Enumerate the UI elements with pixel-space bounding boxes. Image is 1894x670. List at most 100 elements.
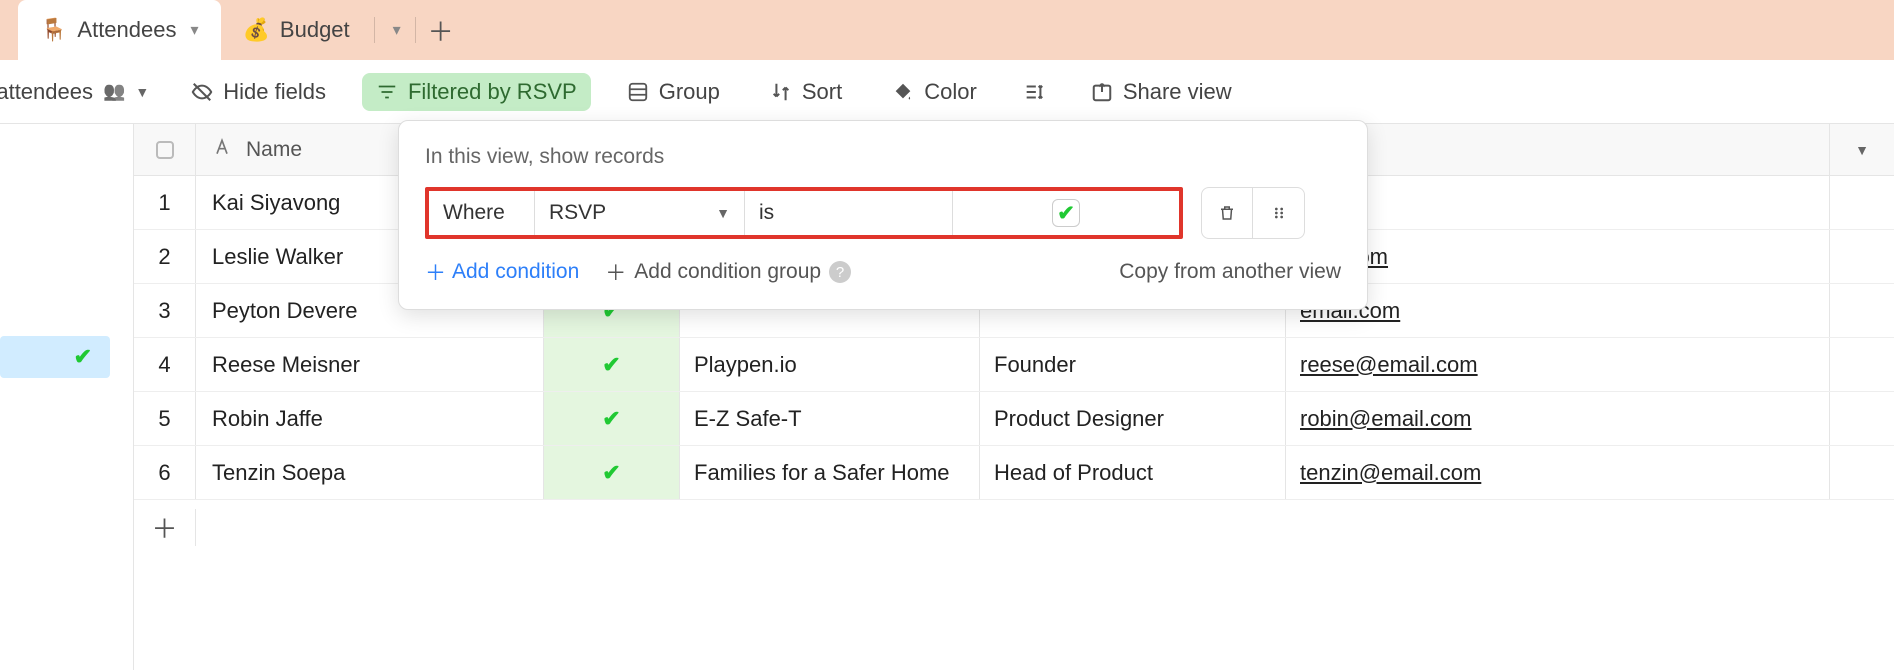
filter-condition-highlight: Where RSVP ▼ is ✔ [425, 187, 1183, 239]
caret-down-icon: ▼ [1855, 142, 1869, 158]
table-row[interactable]: 5Robin Jaffe ✔ E-Z Safe-TProduct Designerr… [134, 392, 1894, 446]
people-icon [103, 81, 125, 102]
view-name-button[interactable]: d attendees ▼ [0, 79, 155, 105]
cell-company[interactable]: Families for a Safer Home [680, 446, 980, 499]
row-number[interactable]: 5 [134, 392, 196, 445]
filter-condition-row: Where RSVP ▼ is ✔ [425, 187, 1341, 239]
caret-down-icon: ▼ [716, 205, 730, 221]
color-button[interactable]: Color [878, 73, 991, 111]
share-icon [1091, 81, 1113, 103]
row-height-button[interactable] [1013, 75, 1055, 109]
filter-icon [376, 81, 398, 103]
view-toolbar: d attendees ▼ Hide fields Filtered by RS… [0, 60, 1894, 124]
filter-value-input[interactable]: ✔ [953, 191, 1179, 235]
row-number[interactable]: 1 [134, 176, 196, 229]
cell-role[interactable]: Founder [980, 338, 1286, 391]
left-filter-check-token[interactable]: ✔ [0, 336, 110, 378]
group-button[interactable]: Group [613, 73, 734, 111]
caret-down-icon: ▼ [135, 84, 149, 100]
cell-rsvp[interactable]: ✔ [544, 392, 680, 445]
add-row[interactable]: ＋ [134, 500, 1894, 554]
hide-fields-label: Hide fields [223, 79, 326, 105]
cell-rsvp[interactable]: ✔ [544, 338, 680, 391]
chevron-down-icon: ▾ [393, 20, 401, 40]
cell-email[interactable]: tenzin@email.com [1286, 446, 1830, 499]
checkbox-checked-icon[interactable]: ✔ [1052, 199, 1080, 227]
add-condition-button[interactable]: ＋ Add condition [425, 257, 579, 287]
cell-company[interactable]: E-Z Safe-T [680, 392, 980, 445]
table-row[interactable]: 6Tenzin Soepa ✔ Families for a Safer HomeH… [134, 446, 1894, 500]
table-row[interactable]: 4Reese Meisner ✔ Playpen.ioFounderreese@em… [134, 338, 1894, 392]
tab-label: Budget [280, 17, 350, 43]
filter-popover: In this view, show records Where RSVP ▼ … [398, 120, 1368, 310]
tab-divider [374, 17, 375, 43]
left-panel [0, 124, 134, 670]
plus-icon: ＋ [605, 257, 626, 287]
add-column-button[interactable]: ▼ [1830, 124, 1894, 175]
check-icon: ✔ [602, 460, 620, 486]
filter-conjunction[interactable]: Where [429, 191, 535, 235]
cell-trailing [1830, 230, 1894, 283]
hide-fields-button[interactable]: Hide fields [177, 73, 340, 111]
sort-label: Sort [802, 79, 842, 105]
row-number[interactable]: 4 [134, 338, 196, 391]
filter-popover-footer: ＋ Add condition ＋ Add condition group ? … [425, 257, 1341, 287]
filter-label: Filtered by RSVP [408, 79, 577, 105]
add-condition-group-button[interactable]: ＋ Add condition group ? [605, 257, 851, 287]
group-label: Group [659, 79, 720, 105]
share-view-button[interactable]: Share view [1077, 73, 1246, 111]
checkbox-icon[interactable] [156, 141, 174, 159]
filter-field-select[interactable]: RSVP ▼ [535, 191, 745, 235]
cell-trailing [1830, 392, 1894, 445]
moneybag-icon: 💰 [243, 17, 270, 43]
check-icon: ✔ [602, 406, 620, 432]
copy-from-another-view-button[interactable]: Copy from another view [1119, 260, 1341, 284]
drag-condition-handle[interactable] [1253, 187, 1305, 239]
cell-email[interactable]: reese@email.com [1286, 338, 1830, 391]
cell-email[interactable]: robin@email.com [1286, 392, 1830, 445]
group-icon [627, 81, 649, 103]
cell-role[interactable]: Head of Product [980, 446, 1286, 499]
cell-trailing [1830, 284, 1894, 337]
help-icon[interactable]: ? [829, 261, 851, 283]
chair-icon: 🪑 [40, 17, 67, 43]
cell-trailing [1830, 338, 1894, 391]
share-view-label: Share view [1123, 79, 1232, 105]
plus-icon: ＋ [151, 509, 177, 546]
delete-condition-button[interactable] [1201, 187, 1253, 239]
filter-popover-title: In this view, show records [425, 145, 1341, 169]
cell-company[interactable]: Playpen.io [680, 338, 980, 391]
color-label: Color [924, 79, 977, 105]
cell-name[interactable]: Robin Jaffe [196, 392, 544, 445]
row-height-icon [1023, 81, 1045, 103]
table-tabs-strip: 🪑 Attendees ▾ 💰 Budget ▾ ＋ [0, 0, 1894, 60]
paint-bucket-icon [892, 81, 914, 103]
text-type-icon [212, 137, 232, 163]
tab-label: Attendees [77, 17, 176, 43]
chevron-down-icon[interactable]: ▾ [190, 20, 198, 40]
cell-name[interactable]: Tenzin Soepa [196, 446, 544, 499]
table-tab-budget[interactable]: 💰 Budget [221, 0, 372, 60]
sort-button[interactable]: Sort [756, 73, 856, 111]
filter-button[interactable]: Filtered by RSVP [362, 73, 591, 111]
cell-rsvp[interactable]: ✔ [544, 446, 680, 499]
column-header-label: Name [246, 138, 302, 162]
plus-icon: ＋ [425, 257, 446, 287]
eye-off-icon [191, 81, 213, 103]
sort-icon [770, 81, 792, 103]
cell-name[interactable]: Reese Meisner [196, 338, 544, 391]
row-number[interactable]: 6 [134, 446, 196, 499]
check-icon: ✔ [602, 352, 620, 378]
row-number[interactable]: 2 [134, 230, 196, 283]
tab-divider [415, 17, 416, 43]
add-table-button[interactable]: ＋ [418, 0, 464, 60]
table-tab-attendees[interactable]: 🪑 Attendees ▾ [18, 0, 221, 60]
cell-trailing [1830, 176, 1894, 229]
row-number[interactable]: 3 [134, 284, 196, 337]
cell-trailing [1830, 446, 1894, 499]
cell-role[interactable]: Product Designer [980, 392, 1286, 445]
view-name-label: d attendees [0, 79, 93, 105]
filter-operator-select[interactable]: is [745, 191, 953, 235]
select-all-cell[interactable] [134, 124, 196, 175]
table-tab-more[interactable]: ▾ [377, 0, 413, 60]
